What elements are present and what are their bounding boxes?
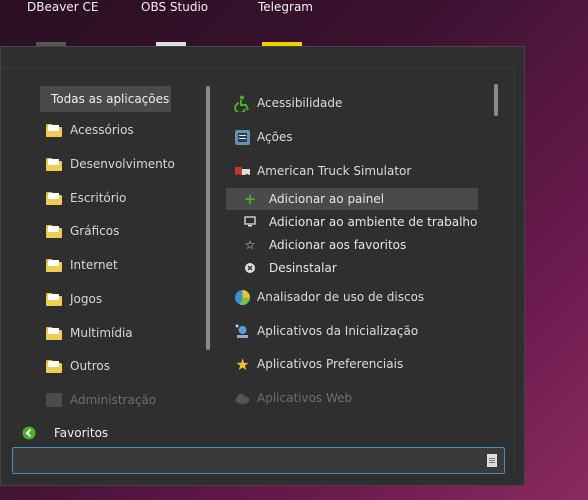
categories-scrollbar[interactable] xyxy=(206,86,210,350)
action-label: Adicionar ao painel xyxy=(269,192,385,206)
app-label: Aplicativos da Inicialização xyxy=(257,324,419,338)
action-label: Desinstalar xyxy=(269,261,337,275)
category-all-apps[interactable]: Todas as aplicações xyxy=(40,86,171,112)
uninstall-icon xyxy=(243,260,257,277)
category-item[interactable]: Acessórios xyxy=(46,119,134,141)
desktop-icon xyxy=(243,214,257,231)
favorites-button[interactable]: Favoritos xyxy=(20,424,108,441)
action-label: Adicionar ao ambiente de trabalho xyxy=(269,215,478,229)
category-label: Jogos xyxy=(70,292,103,306)
folder-icon xyxy=(46,157,62,171)
app-item[interactable]: Ações xyxy=(234,126,293,148)
category-item[interactable]: Gráficos xyxy=(46,220,119,242)
app-item[interactable]: ★ Aplicativos Preferenciais xyxy=(234,353,403,375)
category-label: Desenvolvimento xyxy=(70,157,175,171)
category-item[interactable]: Escritório xyxy=(46,187,126,209)
category-label: Multimídia xyxy=(70,326,133,340)
app-item[interactable]: Analisador de uso de discos xyxy=(234,286,424,308)
folder-icon xyxy=(46,191,62,205)
category-label: Acessórios xyxy=(70,123,134,137)
category-item[interactable]: Outros xyxy=(46,355,110,377)
category-label: Outros xyxy=(70,359,111,373)
accessibility-icon xyxy=(234,95,251,112)
category-label: Escritório xyxy=(70,191,127,205)
cloud-icon xyxy=(234,390,251,407)
favorites-label: Favoritos xyxy=(54,425,109,440)
folder-icon xyxy=(46,224,62,238)
folder-icon xyxy=(46,292,62,306)
category-item[interactable]: Jogos xyxy=(46,288,102,310)
app-label: Acessibilidade xyxy=(257,96,343,110)
folder-icon xyxy=(46,359,62,373)
folder-icon xyxy=(46,258,62,272)
category-item[interactable]: Internet xyxy=(46,254,118,276)
search-input[interactable] xyxy=(17,451,481,472)
taskbar-app-telegram[interactable]: Telegram xyxy=(258,0,313,14)
taskbar-app-obs[interactable]: OBS Studio xyxy=(141,0,208,14)
app-label: Aplicativos Web xyxy=(257,391,353,405)
plus-icon: + xyxy=(243,190,257,208)
apps-scrollbar[interactable] xyxy=(494,84,498,116)
taskbar-app-dbeaver[interactable]: DBeaver CE xyxy=(27,0,98,14)
folder-icon xyxy=(46,123,62,137)
app-label: Ações xyxy=(257,130,293,144)
add-to-panel-action[interactable]: + Adicionar ao painel xyxy=(226,188,478,210)
category-label: Gráficos xyxy=(70,224,120,238)
actions-icon xyxy=(234,129,251,146)
folder-icon xyxy=(46,326,62,340)
category-label: Internet xyxy=(70,258,118,272)
app-label: American Truck Simulator xyxy=(257,164,412,178)
action-label: Adicionar aos favoritos xyxy=(269,238,407,252)
category-label: Administração xyxy=(70,393,157,407)
add-to-favorites-action[interactable]: ☆ Adicionar aos favoritos xyxy=(226,234,478,256)
document-icon xyxy=(487,454,497,467)
uninstall-action[interactable]: Desinstalar xyxy=(226,257,478,279)
disk-usage-icon xyxy=(234,289,251,306)
star-icon: ★ xyxy=(235,354,250,374)
app-item[interactable]: Acessibilidade xyxy=(234,92,342,114)
startup-apps-icon xyxy=(234,323,251,340)
add-to-desktop-action[interactable]: Adicionar ao ambiente de trabalho xyxy=(226,211,478,233)
app-item[interactable]: Aplicativos da Inicialização xyxy=(234,320,418,342)
category-item[interactable]: Administração xyxy=(46,389,156,411)
category-item[interactable]: Multimídia xyxy=(46,322,133,344)
app-item[interactable]: Aplicativos Web xyxy=(234,387,352,409)
search-box[interactable] xyxy=(12,447,505,474)
back-arrow-icon xyxy=(20,424,37,441)
category-item[interactable]: Desenvolvimento xyxy=(46,153,175,175)
app-label: Analisador de uso de discos xyxy=(257,290,425,304)
star-outline-icon: ☆ xyxy=(244,238,256,252)
app-label: Aplicativos Preferenciais xyxy=(257,357,404,371)
admin-icon xyxy=(46,393,62,407)
app-item[interactable]: American Truck Simulator xyxy=(234,160,411,182)
truck-icon xyxy=(234,163,251,180)
